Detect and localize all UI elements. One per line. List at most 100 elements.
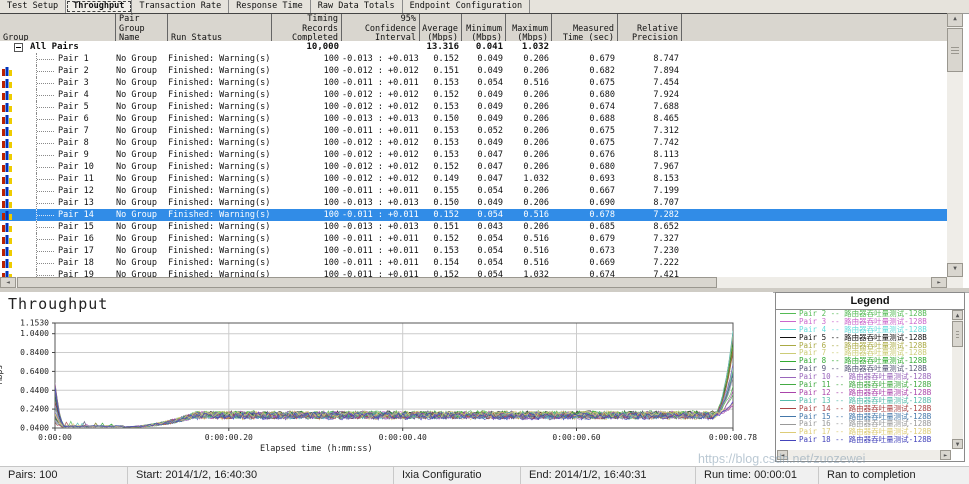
column-header-confidence[interactable]: 95% Confidence Interval [342, 14, 420, 45]
scrollbar-thumb[interactable] [952, 321, 963, 347]
table-row-pair-16[interactable]: Pair 16No GroupFinished: Warning(s)100-0… [0, 233, 947, 245]
scroll-up-button[interactable]: ▲ [952, 310, 963, 320]
table-row-pair-18[interactable]: Pair 18No GroupFinished: Warning(s)100-0… [0, 257, 947, 269]
pair-name: Pair 2 [58, 65, 89, 77]
cell-precision: 7.967 [618, 161, 682, 173]
cell-minimum: 0.049 [462, 197, 506, 209]
table-row-pair-9[interactable]: Pair 9No GroupFinished: Warning(s)100-0.… [0, 149, 947, 161]
cell-maximum: 0.206 [506, 221, 552, 233]
column-header-timing-records[interactable]: Timing Records Completed [272, 14, 342, 45]
cell-maximum: 1.032 [506, 269, 552, 277]
cell-filler [682, 173, 947, 185]
cell-confidence-interval: -0.012 : +0.012 [342, 161, 420, 173]
pair-name: Pair 14 [58, 209, 94, 221]
cell-maximum: 0.516 [506, 209, 552, 221]
table-horizontal-scrollbar[interactable]: ◄ ► [0, 277, 947, 288]
pair-name: Pair 19 [58, 269, 94, 277]
scroll-left-button[interactable]: ◄ [777, 450, 788, 460]
table-row-pair-17[interactable]: Pair 17No GroupFinished: Warning(s)100-0… [0, 245, 947, 257]
table-row-pair-1[interactable]: Pair 1No GroupFinished: Warning(s)100-0.… [0, 53, 947, 65]
cell-average: 0.152 [420, 161, 462, 173]
table-row-pair-14[interactable]: Pair 14No GroupFinished: Warning(s)100-0… [0, 209, 947, 221]
table-row-pair-5[interactable]: Pair 5No GroupFinished: Warning(s)100-0.… [0, 101, 947, 113]
cell-confidence-interval: -0.011 : +0.011 [342, 125, 420, 137]
table-row-pair-19[interactable]: Pair 19No GroupFinished: Warning(s)100-0… [0, 269, 947, 277]
cell-records: 100 [272, 89, 342, 101]
tab-endpoint-configuration[interactable]: Endpoint Configuration [403, 0, 531, 13]
table-row-pair-4[interactable]: Pair 4No GroupFinished: Warning(s)100-0.… [0, 89, 947, 101]
chart-title: Throughput [8, 295, 108, 313]
column-header-maximum[interactable]: Maximum (Mbps) [506, 14, 552, 45]
tab-raw-data-totals[interactable]: Raw Data Totals [311, 0, 403, 13]
table-row-pair-15[interactable]: Pair 15No GroupFinished: Warning(s)100-0… [0, 221, 947, 233]
cell-confidence-interval: -0.013 : +0.013 [342, 113, 420, 125]
cell-average: 0.153 [420, 245, 462, 257]
column-header-filler [682, 14, 947, 45]
column-header-pair-group-name[interactable]: Pair Group Name [116, 14, 168, 45]
tab-test-setup[interactable]: Test Setup [0, 0, 66, 13]
table-vertical-scrollbar[interactable]: ▲ ▼ [947, 13, 963, 277]
scroll-right-button[interactable]: ► [931, 277, 947, 288]
cell-minimum: 0.054 [462, 257, 506, 269]
table-row-pair-10[interactable]: Pair 10No GroupFinished: Warning(s)100-0… [0, 161, 947, 173]
scroll-down-button[interactable]: ▼ [947, 263, 963, 277]
tree-line [37, 191, 54, 192]
bar-chart-icon [2, 150, 12, 161]
scrollbar-thumb[interactable] [17, 277, 717, 288]
table-row-pair-12[interactable]: Pair 12No GroupFinished: Warning(s)100-0… [0, 185, 947, 197]
scroll-up-button[interactable]: ▲ [947, 13, 963, 27]
scrollbar-corner [947, 277, 963, 288]
cell-confidence-interval: -0.011 : +0.011 [342, 185, 420, 197]
tab-response-time[interactable]: Response Time [229, 0, 311, 13]
table-row-pair-11[interactable]: Pair 11No GroupFinished: Warning(s)100-0… [0, 173, 947, 185]
column-header-precision[interactable]: Relative Precision [618, 14, 682, 45]
column-header-group[interactable]: Group [0, 14, 116, 45]
tab-throughput[interactable]: Throughput [66, 0, 132, 13]
cell-filler [682, 221, 947, 233]
column-header-minimum[interactable]: Minimum (Mbps) [462, 14, 506, 45]
collapse-icon[interactable] [14, 43, 23, 52]
cell-measured-time: 0.688 [552, 113, 618, 125]
cell-measured-time: 0.680 [552, 161, 618, 173]
series-lines [55, 331, 733, 428]
table-row-pair-7[interactable]: Pair 7No GroupFinished: Warning(s)100-0.… [0, 125, 947, 137]
table-row-all-pairs[interactable]: All Pairs 10,000 13.316 0.041 1.032 [0, 41, 947, 53]
cell-run-status: Finished: Warning(s) [168, 113, 272, 125]
legend-line-sample [780, 408, 796, 409]
cell-minimum: 0.049 [462, 113, 506, 125]
cell-confidence-interval: -0.012 : +0.012 [342, 149, 420, 161]
table-row-pair-6[interactable]: Pair 6No GroupFinished: Warning(s)100-0.… [0, 113, 947, 125]
group-cell: Pair 17 [0, 245, 116, 257]
group-cell: Pair 12 [0, 185, 116, 197]
scrollbar-thumb[interactable] [947, 28, 963, 72]
scroll-right-button[interactable]: ► [940, 450, 951, 460]
cell-measured-time: 0.675 [552, 125, 618, 137]
legend-title: Legend [776, 293, 964, 310]
legend-line-sample [780, 377, 796, 378]
column-header-run-status[interactable]: Run Status [168, 14, 272, 45]
column-header-measured-time[interactable]: Measured Time (sec) [552, 14, 618, 45]
cell-run-status: Finished: Warning(s) [168, 77, 272, 89]
group-cell: Pair 14 [0, 209, 116, 221]
cell-filler [682, 101, 947, 113]
table-row-pair-8[interactable]: Pair 8No GroupFinished: Warning(s)100-0.… [0, 137, 947, 149]
legend-item-pair-18[interactable]: Pair 18 -- 路由器吞吐量测试-128B [778, 436, 950, 444]
legend-horizontal-scrollbar[interactable]: ◄ ► [777, 450, 951, 460]
cell-minimum: 0.047 [462, 173, 506, 185]
tree-line [37, 239, 54, 240]
tree-line [37, 119, 54, 120]
cell-group: No Group [116, 269, 168, 277]
legend-line-sample [780, 353, 796, 354]
column-header-average[interactable]: Average (Mbps) [420, 14, 462, 45]
table-row-pair-2[interactable]: Pair 2No GroupFinished: Warning(s)100-0.… [0, 65, 947, 77]
scroll-left-button[interactable]: ◄ [0, 277, 16, 288]
scroll-down-button[interactable]: ▼ [952, 439, 963, 449]
table-row-pair-3[interactable]: Pair 3No GroupFinished: Warning(s)100-0.… [0, 77, 947, 89]
cell-measured-time: 0.674 [552, 101, 618, 113]
group-cell: Pair 16 [0, 233, 116, 245]
legend-vertical-scrollbar[interactable]: ▲ ▼ [952, 310, 963, 449]
cell-precision: 8.153 [618, 173, 682, 185]
table-row-pair-13[interactable]: Pair 13No GroupFinished: Warning(s)100-0… [0, 197, 947, 209]
tab-transaction-rate[interactable]: Transaction Rate [132, 0, 229, 13]
cell-records: 100 [272, 65, 342, 77]
